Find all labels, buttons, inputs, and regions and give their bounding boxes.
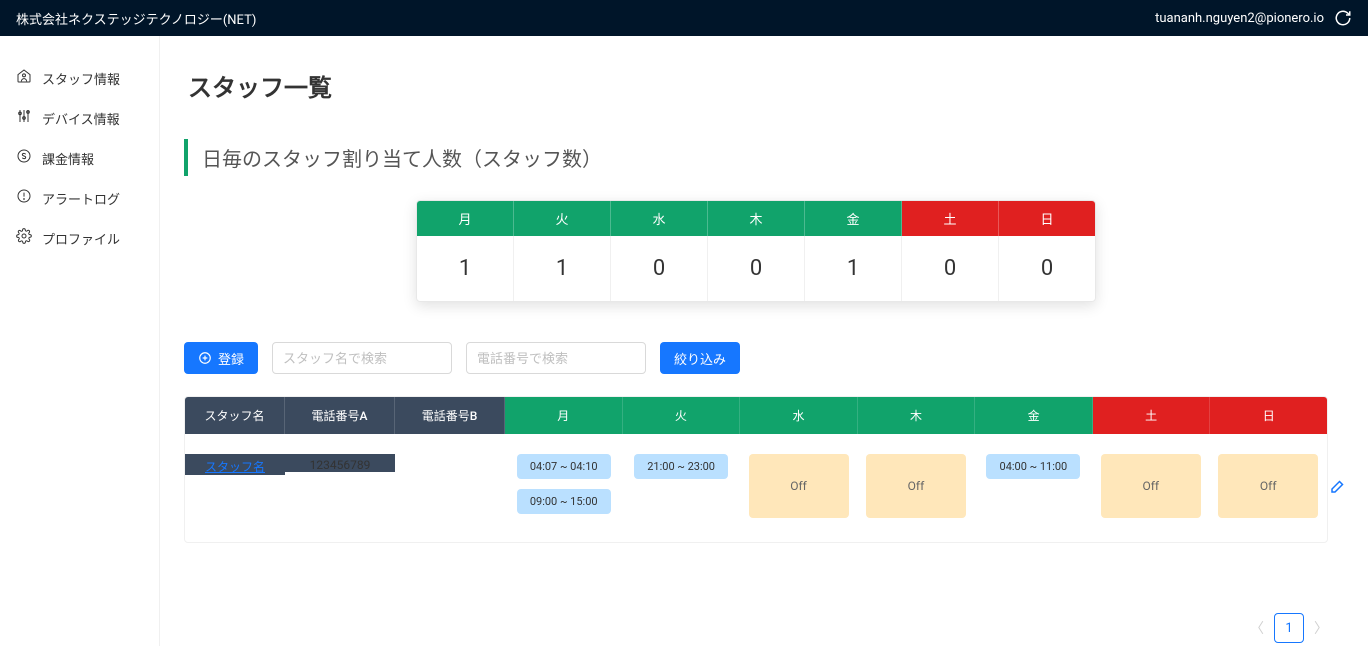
- off-badge: Off: [1218, 454, 1318, 518]
- user-email: tuananh.nguyen2@pionero.io: [1155, 11, 1324, 26]
- schedule-table: スタッフ名 電話番号A 電話番号B 月 火 水 木 金 土 日 スタッフ名 12…: [184, 396, 1328, 543]
- th-phone-a: 電話番号A: [285, 397, 395, 434]
- alloc-count-thu: 0: [708, 236, 805, 301]
- filter-button[interactable]: 絞り込み: [660, 342, 740, 374]
- home-user-icon: [16, 68, 32, 88]
- th-wed: 水: [740, 397, 858, 434]
- main-content: スタッフ一覧 日毎のスタッフ割り当て人数（スタッフ数） 月 火 水 木 金 土 …: [160, 36, 1368, 646]
- edit-icon[interactable]: [1329, 477, 1347, 495]
- phone-a-value: 123456789: [285, 454, 395, 472]
- alloc-head-sun: 日: [999, 201, 1095, 236]
- time-chip: 21:00 ~ 23:00: [634, 454, 728, 479]
- next-page-icon[interactable]: 〉: [1314, 618, 1328, 638]
- off-badge: Off: [866, 454, 966, 518]
- th-sun: 日: [1210, 397, 1327, 434]
- top-bar: 株式会社ネクステッジテクノロジー(NET) tuananh.nguyen2@pi…: [0, 0, 1368, 36]
- th-phone-b: 電話番号B: [395, 397, 505, 434]
- staff-name-link[interactable]: スタッフ名: [205, 460, 265, 474]
- prev-page-icon[interactable]: 〈: [1250, 618, 1264, 638]
- device-sliders-icon: [16, 108, 32, 128]
- refresh-icon[interactable]: [1334, 9, 1352, 27]
- search-name-input[interactable]: [272, 342, 452, 374]
- section-title: 日毎のスタッフ割り当て人数（スタッフ数）: [184, 139, 1328, 176]
- th-tue: 火: [623, 397, 741, 434]
- th-mon: 月: [505, 397, 623, 434]
- alloc-head-wed: 水: [611, 201, 708, 236]
- th-sat: 土: [1093, 397, 1211, 434]
- th-fri: 金: [975, 397, 1093, 434]
- alloc-count-fri: 1: [805, 236, 902, 301]
- time-chip: 04:00 ~ 11:00: [986, 454, 1080, 479]
- page-title: スタッフ一覧: [188, 68, 1328, 103]
- th-name: スタッフ名: [185, 397, 285, 434]
- sidebar: スタッフ情報 デバイス情報 課金情報 アラートログ プロファイル: [0, 36, 160, 646]
- alloc-count-sat: 0: [902, 236, 999, 301]
- sidebar-label: 課金情報: [42, 149, 94, 168]
- daily-allocation-card: 月 火 水 木 金 土 日 1 1 0 0 1 0 0: [416, 200, 1096, 302]
- alloc-head-mon: 月: [417, 201, 514, 236]
- off-badge: Off: [1101, 454, 1201, 518]
- sidebar-item-device-info[interactable]: デバイス情報: [0, 98, 159, 138]
- sidebar-label: デバイス情報: [42, 109, 120, 128]
- time-chip: 04:07 ~ 04:10: [517, 454, 611, 479]
- pagination: 〈 1 〉: [184, 613, 1328, 643]
- sidebar-item-staff-info[interactable]: スタッフ情報: [0, 58, 159, 98]
- alloc-head-fri: 金: [805, 201, 902, 236]
- company-name: 株式会社ネクステッジテクノロジー(NET): [16, 9, 256, 28]
- sidebar-item-alert-log[interactable]: アラートログ: [0, 178, 159, 218]
- th-thu: 木: [858, 397, 976, 434]
- table-row: スタッフ名 123456789 04:07 ~ 04:10 09:00 ~ 15…: [185, 434, 1327, 542]
- alloc-count-tue: 1: [514, 236, 611, 301]
- filter-label: 絞り込み: [674, 349, 726, 368]
- register-button[interactable]: 登録: [184, 342, 258, 374]
- sidebar-label: アラートログ: [42, 189, 120, 208]
- filter-bar: 登録 絞り込み: [184, 342, 1328, 374]
- search-phone-input[interactable]: [466, 342, 646, 374]
- alloc-head-sat: 土: [902, 201, 999, 236]
- alloc-head-tue: 火: [514, 201, 611, 236]
- sidebar-item-profile[interactable]: プロファイル: [0, 218, 159, 258]
- alert-icon: [16, 188, 32, 208]
- sidebar-label: プロファイル: [42, 229, 120, 248]
- alloc-count-sun: 0: [999, 236, 1095, 301]
- alloc-head-thu: 木: [708, 201, 805, 236]
- sidebar-label: スタッフ情報: [42, 69, 120, 88]
- gear-icon: [16, 228, 32, 248]
- register-label: 登録: [218, 349, 244, 368]
- currency-circle-icon: [16, 148, 32, 168]
- alloc-count-mon: 1: [417, 236, 514, 301]
- alloc-count-wed: 0: [611, 236, 708, 301]
- page-number[interactable]: 1: [1274, 613, 1304, 643]
- time-chip: 09:00 ~ 15:00: [517, 489, 611, 514]
- sidebar-item-billing-info[interactable]: 課金情報: [0, 138, 159, 178]
- off-badge: Off: [749, 454, 849, 518]
- plus-circle-icon: [198, 351, 212, 365]
